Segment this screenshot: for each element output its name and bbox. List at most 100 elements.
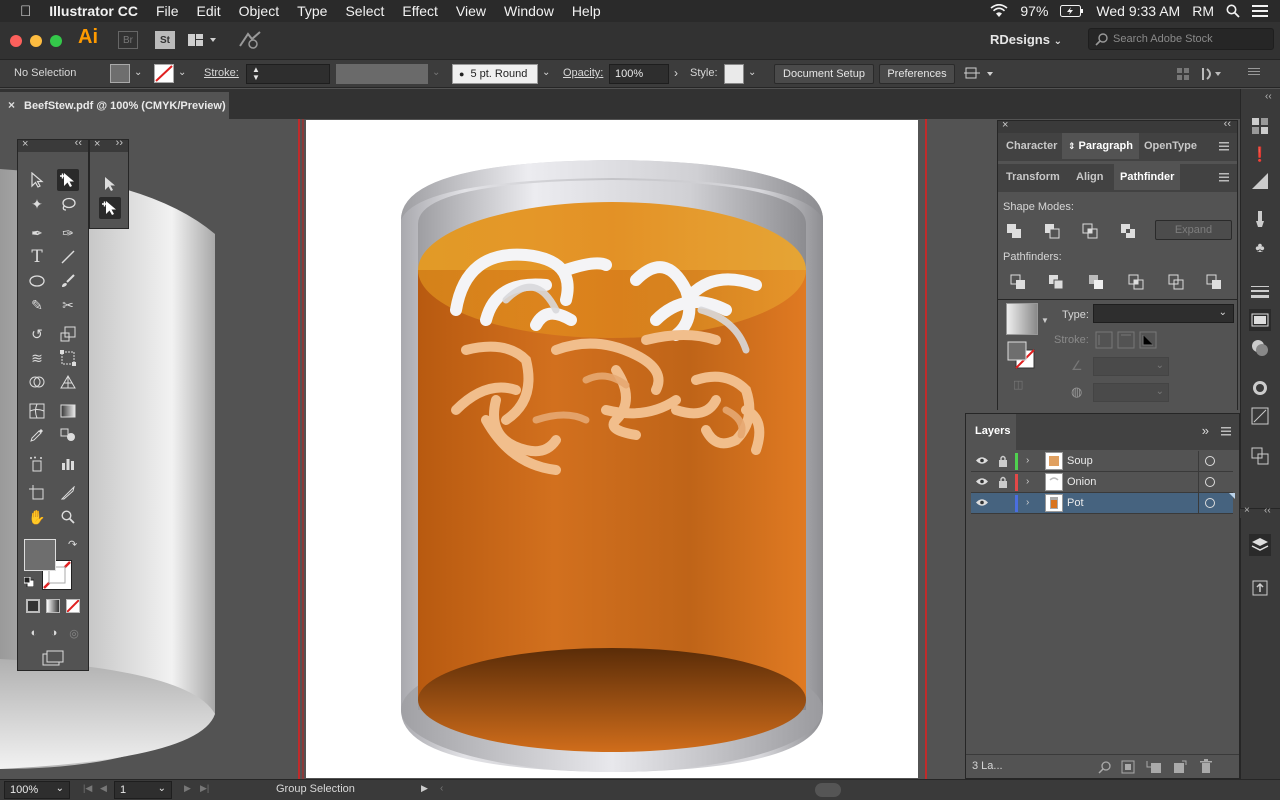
gradient-fill-stroke-icon[interactable] <box>1007 341 1035 369</box>
hand-tool-icon[interactable]: ✋ <box>26 506 48 528</box>
visibility-eye-icon[interactable] <box>976 456 988 465</box>
close-tab-icon[interactable]: × <box>8 98 15 112</box>
draw-normal-icon[interactable]: ◐ <box>23 622 45 644</box>
expand-layer-icon[interactable]: › <box>1026 497 1029 508</box>
gpu-performance-icon[interactable] <box>238 30 262 50</box>
battery-icon[interactable] <box>1060 5 1084 17</box>
curvature-tool-icon[interactable]: ✑ <box>57 222 79 244</box>
divide-icon[interactable] <box>1010 274 1026 290</box>
menu-view[interactable]: View <box>447 3 495 19</box>
stock-search-input[interactable]: Search Adobe Stock <box>1088 28 1274 50</box>
gradient-slider-icon[interactable]: ◫ <box>1013 378 1023 391</box>
canvas-workspace[interactable]: × ‹‹ ✦ ✒ ✑ T ✎ ✂ ↺ ≋ ✋ ↷ ◐ ◑ ◎ × ›› × ‹‹… <box>0 119 1240 779</box>
gradient-swatch[interactable] <box>1006 303 1038 335</box>
align-icon[interactable] <box>964 65 996 83</box>
expand-panel-icon[interactable]: » <box>1202 423 1209 438</box>
collapse-panel-group-icon[interactable]: ‹‹ <box>1224 119 1231 130</box>
asset-export-icon[interactable] <box>1249 577 1271 599</box>
artboards-panel-icon[interactable] <box>1249 445 1271 467</box>
width-tool-icon[interactable]: ≋ <box>26 347 48 369</box>
minus-front-icon[interactable] <box>1044 223 1060 239</box>
next-artboard-icon[interactable]: ▶ <box>184 783 191 794</box>
fill-dropdown-chevron-icon[interactable]: ⌄ <box>134 67 142 78</box>
shape-builder-tool-icon[interactable] <box>26 371 48 393</box>
spotlight-icon[interactable] <box>1226 4 1240 18</box>
delete-layer-icon[interactable] <box>1200 759 1212 773</box>
target-circle-icon[interactable] <box>1205 477 1215 487</box>
tab-layers[interactable]: Layers <box>966 414 1016 450</box>
visibility-eye-icon[interactable] <box>976 477 988 486</box>
eyedropper-tool-icon[interactable] <box>26 424 48 446</box>
gradient-mode-icon[interactable] <box>46 599 60 613</box>
locate-object-icon[interactable] <box>1098 760 1112 774</box>
layer-name[interactable]: Onion <box>1067 476 1096 488</box>
mesh-tool-icon[interactable] <box>26 400 48 422</box>
tab-character[interactable]: Character <box>1000 133 1063 159</box>
tab-pathfinder[interactable]: Pathfinder <box>1114 164 1181 190</box>
gradient-panel-icon[interactable] <box>1249 309 1271 331</box>
artboard-number-field[interactable]: 1 ⌄ <box>114 781 172 799</box>
clock[interactable]: Wed 9:33 AM <box>1096 3 1180 19</box>
merge-icon[interactable] <box>1088 274 1104 290</box>
brush-chevron-icon[interactable]: ⌄ <box>542 67 550 78</box>
menu-effect[interactable]: Effect <box>393 3 447 19</box>
group-selection-flyout-icon[interactable] <box>99 197 121 219</box>
window-minimize-button[interactable] <box>30 35 42 47</box>
isolate-icon[interactable] <box>1199 65 1223 83</box>
lasso-tool-icon[interactable] <box>57 193 79 215</box>
free-transform-tool-icon[interactable] <box>57 347 79 369</box>
minus-back-icon[interactable] <box>1206 274 1222 290</box>
collapse-dock-icon[interactable]: ‹‹ <box>1265 91 1272 102</box>
rotate-tool-icon[interactable]: ↺ <box>26 323 48 345</box>
collapse-dock-group-icon[interactable]: ‹‹ <box>1264 505 1271 516</box>
tab-align[interactable]: Align <box>1070 164 1110 190</box>
perspective-grid-tool-icon[interactable] <box>57 371 79 393</box>
expand-layer-icon[interactable]: › <box>1026 476 1029 487</box>
profile-chevron-icon[interactable]: ⌄ <box>432 67 440 78</box>
pen-tool-icon[interactable]: ✒ <box>26 222 48 244</box>
menu-edit[interactable]: Edit <box>188 3 230 19</box>
selection-tool-icon[interactable] <box>26 169 48 191</box>
artboard[interactable] <box>306 120 918 778</box>
target-circle-icon[interactable] <box>1205 456 1215 466</box>
stroke-weight-field[interactable]: ▲ ▼ <box>246 64 330 84</box>
ellipse-tool-icon[interactable] <box>26 270 48 292</box>
symbol-sprayer-tool-icon[interactable] <box>26 453 48 475</box>
window-close-button[interactable] <box>10 35 22 47</box>
color-guide-icon[interactable] <box>1249 115 1271 137</box>
menu-file[interactable]: File <box>147 3 188 19</box>
graphic-styles-icon[interactable] <box>1249 405 1271 427</box>
zoom-tool-icon[interactable] <box>57 506 79 528</box>
artboard-tool-icon[interactable] <box>26 482 48 504</box>
arrange-documents-icon[interactable] <box>188 32 220 48</box>
expand-layer-icon[interactable]: › <box>1026 455 1029 466</box>
appearance-icon[interactable] <box>1249 377 1271 399</box>
outline-icon[interactable] <box>1168 274 1184 290</box>
layer-row-pot[interactable]: › Pot <box>971 493 1235 514</box>
last-artboard-icon[interactable]: ▶| <box>200 783 209 794</box>
color-palette-icon[interactable]: ❗ <box>1249 143 1271 165</box>
wifi-icon[interactable] <box>990 4 1008 18</box>
trim-icon[interactable] <box>1048 274 1064 290</box>
panel-menu-icon[interactable] <box>1219 142 1229 151</box>
opacity-label[interactable]: Opacity: <box>563 67 603 79</box>
lock-icon[interactable] <box>998 476 1008 488</box>
previous-artboard-icon[interactable]: ◀ <box>100 783 107 794</box>
close-panel-group-icon[interactable]: × <box>1002 119 1008 131</box>
group-selection-tool-icon[interactable] <box>57 169 79 191</box>
target-circle-icon[interactable] <box>1205 498 1215 508</box>
gradient-angle-field[interactable]: ⌄ <box>1093 357 1169 376</box>
flyout-header[interactable]: × ›› <box>90 137 128 152</box>
zoom-level-field[interactable]: 100% ⌄ <box>4 781 70 799</box>
stroke-swatch[interactable] <box>154 64 174 83</box>
layers-panel-icon[interactable] <box>1249 534 1271 556</box>
lock-icon[interactable] <box>998 455 1008 467</box>
tab-paragraph[interactable]: ⇕ Paragraph <box>1062 133 1139 159</box>
scale-tool-icon[interactable] <box>57 323 79 345</box>
draw-inside-icon[interactable]: ◎ <box>63 622 85 644</box>
stock-icon[interactable]: St <box>155 31 175 49</box>
menu-type[interactable]: Type <box>288 3 336 19</box>
variable-width-profile[interactable] <box>336 64 428 84</box>
gradient-swatch-chevron-icon[interactable]: ▼ <box>1041 316 1049 325</box>
apple-icon[interactable]:  <box>0 3 40 20</box>
